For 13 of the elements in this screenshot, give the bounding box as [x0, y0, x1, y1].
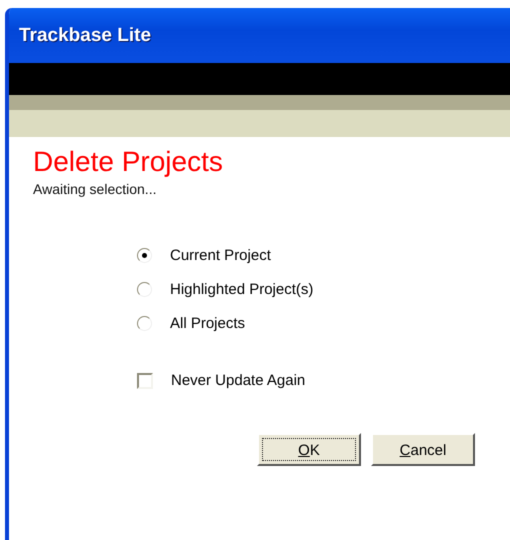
radio-button[interactable] — [137, 248, 152, 263]
radio-label[interactable]: Current Project — [170, 247, 271, 264]
cancel-button[interactable]: Cancel — [371, 433, 475, 466]
dialog-heading: Delete Projects — [33, 145, 224, 179]
checkbox-label[interactable]: Never Update Again — [171, 372, 306, 389]
ok-button[interactable]: OK — [257, 433, 361, 466]
radio-label[interactable]: All Projects — [170, 315, 246, 332]
radio-button[interactable] — [137, 316, 152, 331]
radio-label[interactable]: Highlighted Project(s) — [170, 281, 314, 298]
checkbox[interactable] — [137, 372, 153, 388]
status-text: Awaiting selection... — [33, 181, 158, 197]
window-title: Trackbase Lite — [19, 24, 152, 46]
radio-button[interactable] — [137, 282, 152, 297]
